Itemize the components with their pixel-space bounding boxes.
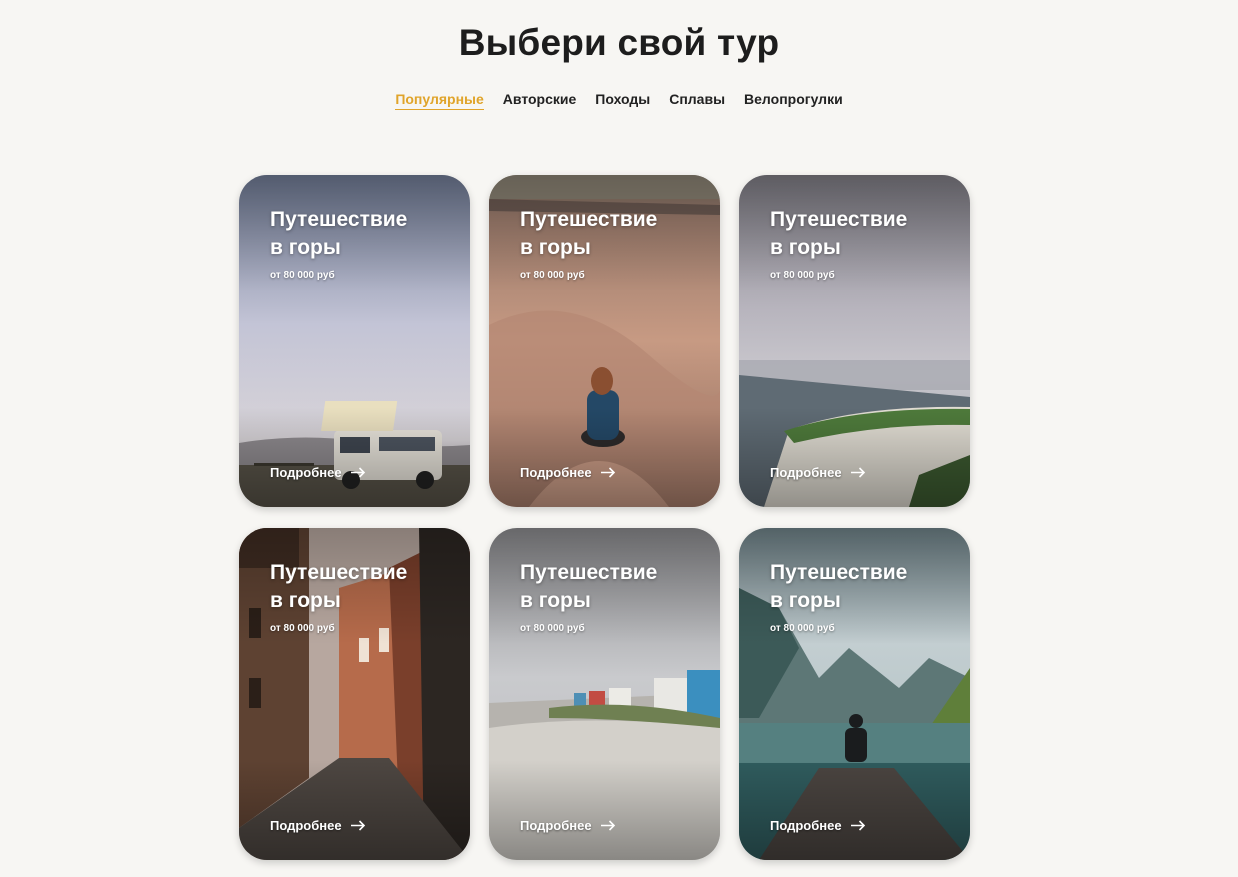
card-more-link[interactable]: Подробнее (270, 465, 366, 480)
card-more-link[interactable]: Подробнее (520, 818, 616, 833)
tour-card[interactable]: Путешествие в горы от 80 000 руб Подробн… (489, 528, 720, 860)
card-more-label: Подробнее (520, 465, 592, 480)
tab-popular[interactable]: Популярные (395, 91, 484, 110)
card-more-link[interactable]: Подробнее (770, 465, 866, 480)
arrow-right-icon (600, 467, 616, 478)
card-more-link[interactable]: Подробнее (270, 818, 366, 833)
tour-category-tabs: Популярные Авторские Походы Сплавы Велоп… (0, 91, 1238, 110)
card-title: Путешествие в горы (770, 561, 908, 612)
tour-card[interactable]: Путешествие в горы от 80 000 руб Подробн… (239, 175, 470, 507)
arrow-right-icon (850, 820, 866, 831)
tour-card[interactable]: Путешествие в горы от 80 000 руб Подробн… (489, 175, 720, 507)
arrow-right-icon (350, 467, 366, 478)
tour-card[interactable]: Путешествие в горы от 80 000 руб Подробн… (739, 175, 970, 507)
card-price: от 80 000 руб (270, 270, 335, 281)
card-more-label: Подробнее (770, 818, 842, 833)
tab-authors[interactable]: Авторские (503, 91, 577, 110)
card-more-label: Подробнее (270, 818, 342, 833)
tab-rafting[interactable]: Сплавы (669, 91, 725, 110)
card-title: Путешествие в горы (270, 561, 408, 612)
arrow-right-icon (600, 820, 616, 831)
card-title: Путешествие в горы (270, 208, 408, 259)
card-more-link[interactable]: Подробнее (520, 465, 616, 480)
page-title: Выбери свой тур (458, 22, 780, 63)
card-title: Путешествие в горы (520, 208, 658, 259)
card-price: от 80 000 руб (770, 270, 835, 281)
card-more-label: Подробнее (520, 818, 592, 833)
arrow-right-icon (850, 467, 866, 478)
tour-card[interactable]: Путешествие в горы от 80 000 руб Подробн… (239, 528, 470, 860)
card-more-label: Подробнее (270, 465, 342, 480)
card-more-label: Подробнее (770, 465, 842, 480)
card-price: от 80 000 руб (770, 623, 835, 634)
tab-hikes[interactable]: Походы (595, 91, 650, 110)
card-price: от 80 000 руб (270, 623, 335, 634)
tour-cards-grid: Путешествие в горы от 80 000 руб Подробн… (239, 175, 970, 860)
tab-bike-rides[interactable]: Велопрогулки (744, 91, 843, 110)
card-title: Путешествие в горы (520, 561, 658, 612)
tour-card[interactable]: Путешествие в горы от 80 000 руб Подробн… (739, 528, 970, 860)
card-more-link[interactable]: Подробнее (770, 818, 866, 833)
arrow-right-icon (350, 820, 366, 831)
card-price: от 80 000 руб (520, 623, 585, 634)
card-title: Путешествие в горы (770, 208, 908, 259)
card-price: от 80 000 руб (520, 270, 585, 281)
